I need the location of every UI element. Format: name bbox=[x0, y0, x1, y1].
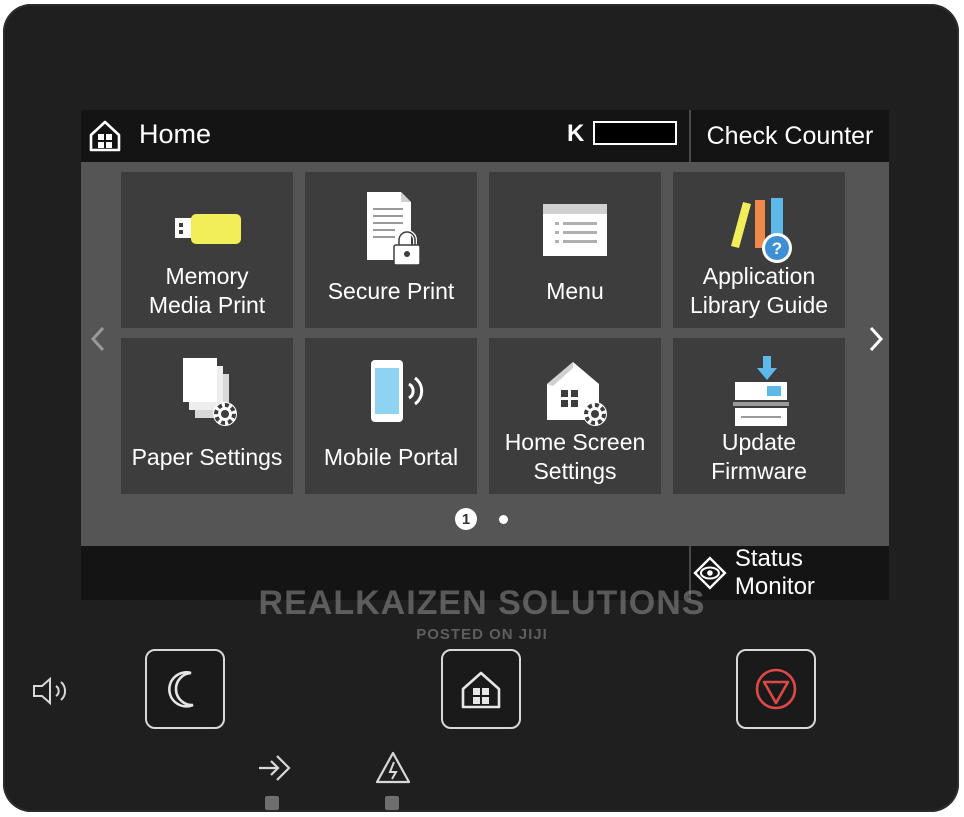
tile-label: Paper Settings bbox=[131, 444, 283, 470]
status-monitor-label: Status Monitor bbox=[734, 545, 815, 600]
page-title: Home bbox=[139, 119, 212, 149]
status-monitor-button[interactable]: Status Monitor bbox=[693, 545, 889, 600]
divider bbox=[689, 546, 691, 600]
paper-settings-icon bbox=[183, 358, 237, 426]
tile-menu[interactable]: Menu bbox=[489, 172, 661, 328]
error-warning-icon bbox=[375, 751, 411, 784]
home-hardware-button[interactable] bbox=[441, 649, 521, 729]
moon-icon bbox=[168, 671, 194, 708]
processing-led bbox=[265, 796, 279, 810]
library-guide-icon: ? bbox=[731, 198, 792, 263]
check-counter-button[interactable]: Check Counter bbox=[691, 110, 889, 162]
top-bar: Home K Check Counter bbox=[81, 110, 889, 162]
printer-control-panel: Home K Check Counter Memory Media Print bbox=[3, 4, 959, 812]
secure-document-icon bbox=[367, 192, 421, 266]
tile-update-firmware[interactable]: Update Firmware bbox=[673, 338, 845, 494]
tile-label: Update Firmware bbox=[711, 429, 807, 484]
tile-label: Application Library Guide bbox=[689, 263, 829, 318]
toner-label: K bbox=[567, 120, 585, 147]
stop-icon bbox=[755, 668, 797, 710]
firmware-update-icon bbox=[733, 356, 789, 426]
bottom-bar: Status Monitor bbox=[81, 545, 889, 600]
tile-paper-settings[interactable]: Paper Settings bbox=[121, 338, 293, 494]
tile-label: Memory Media Print bbox=[148, 263, 266, 318]
tile-label: Home Screen Settings bbox=[504, 429, 646, 484]
page-indicator: 1 bbox=[81, 508, 889, 532]
app-grid: Memory Media Print Secure Print Menu ? A… bbox=[81, 162, 889, 546]
home-settings-icon bbox=[547, 362, 607, 426]
tile-label: Menu bbox=[546, 278, 604, 304]
chevron-left-icon[interactable] bbox=[87, 324, 111, 354]
page-dot-active[interactable]: 1 bbox=[455, 508, 477, 530]
tile-label: Secure Print bbox=[327, 278, 455, 304]
tile-memory-media-print[interactable]: Memory Media Print bbox=[121, 172, 293, 328]
touch-screen: Home K Check Counter Memory Media Print bbox=[81, 110, 889, 600]
energy-saver-button[interactable] bbox=[145, 649, 225, 729]
status-monitor-icon bbox=[693, 556, 727, 590]
data-login-icon bbox=[259, 755, 291, 781]
chevron-right-icon[interactable] bbox=[863, 324, 887, 354]
toner-level-bar bbox=[593, 121, 677, 145]
usb-drive-icon bbox=[175, 214, 241, 244]
error-led bbox=[385, 796, 399, 810]
tile-label: Mobile Portal bbox=[323, 444, 459, 470]
page-dot[interactable] bbox=[499, 515, 508, 524]
stop-button[interactable] bbox=[736, 649, 816, 729]
mobile-portal-icon bbox=[371, 360, 424, 422]
svg-text:?: ? bbox=[772, 239, 782, 258]
home-icon bbox=[461, 671, 501, 709]
tile-secure-print[interactable]: Secure Print bbox=[305, 172, 477, 328]
speaker-icon bbox=[33, 676, 67, 706]
tile-home-screen-settings[interactable]: Home Screen Settings bbox=[489, 338, 661, 494]
watermark-subtext: POSTED ON JIJI bbox=[416, 626, 548, 643]
tile-application-library-guide[interactable]: ? Application Library Guide bbox=[673, 172, 845, 328]
menu-list-icon bbox=[543, 204, 607, 256]
tile-mobile-portal[interactable]: Mobile Portal bbox=[305, 338, 477, 494]
home-icon[interactable] bbox=[87, 118, 123, 154]
